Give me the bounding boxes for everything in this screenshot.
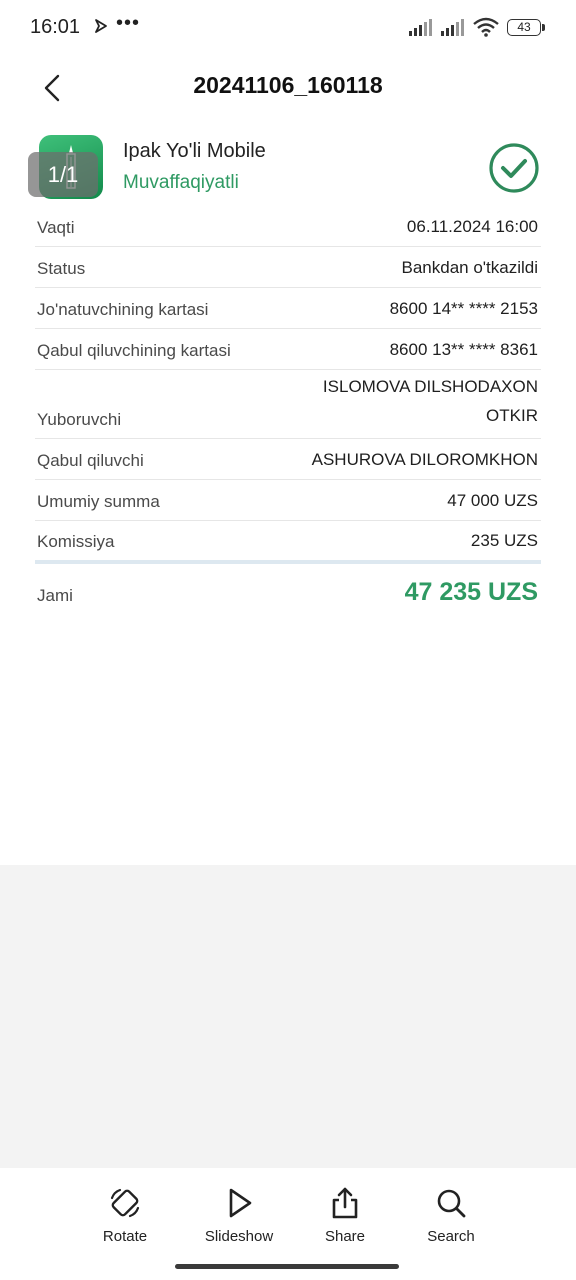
detail-value: ASHUROVA DILOROMKHON xyxy=(311,450,538,469)
detail-label: Status xyxy=(37,259,86,278)
detail-row-sender: Yuboruvchi ISLOMOVA DILSHODAXON OTKIR xyxy=(35,370,541,439)
detail-label: Komissiya xyxy=(37,532,115,551)
detail-value: 235 UZS xyxy=(470,531,538,550)
detail-value: 47 000 UZS xyxy=(447,491,538,510)
status-time: 16:01 xyxy=(30,16,81,38)
status-bar: 16:01 ••• 43 xyxy=(0,0,576,56)
detail-value: 06.11.2024 16:00 xyxy=(406,217,538,236)
transaction-status: Muvaffaqiyatli xyxy=(123,172,239,193)
signal-icon xyxy=(409,19,432,36)
detail-label: Jo'natuvchining kartasi xyxy=(37,300,209,319)
page-title: 20241106_160118 xyxy=(193,72,383,98)
search-icon xyxy=(437,1189,466,1218)
share-label: Share xyxy=(324,1228,366,1245)
detail-label: Qabul qiluvchining kartasi xyxy=(37,341,231,360)
detail-row-amount: Umumiy summa 47 000 UZS xyxy=(35,480,541,521)
sender-name-line2: OTKIR xyxy=(486,406,538,425)
bank-name: Ipak Yo'li Mobile xyxy=(123,140,266,162)
detail-label: Vaqti xyxy=(37,218,75,237)
total-row: Jami 47 235 UZS xyxy=(35,564,541,612)
share-button[interactable]: Share xyxy=(300,1186,390,1245)
detail-label: Qabul qiluvchi xyxy=(37,451,144,470)
signal-icon xyxy=(441,19,464,36)
detail-value: 8600 13** **** 8361 xyxy=(389,340,538,359)
rotate-button[interactable]: Rotate xyxy=(80,1186,170,1245)
more-notifications-icon: ••• xyxy=(116,12,141,34)
detail-label: Yuboruvchi xyxy=(37,410,122,429)
detail-row-sender-card: Jo'natuvchining kartasi 8600 14** **** 2… xyxy=(35,288,541,329)
transaction-details: Vaqti 06.11.2024 16:00 Status Bankdan o'… xyxy=(35,208,541,612)
battery-icon: 43 xyxy=(507,19,545,36)
slideshow-label: Slideshow xyxy=(204,1228,274,1245)
total-value: 47 235 UZS xyxy=(404,578,538,606)
detail-row-time: Vaqti 06.11.2024 16:00 xyxy=(35,208,541,247)
detail-value: Bankdan o'tkazildi xyxy=(401,258,539,277)
total-label: Jami xyxy=(37,586,73,605)
check-circle-icon xyxy=(489,143,539,193)
rotate-icon xyxy=(110,1188,140,1218)
detail-row-commission: Komissiya 235 UZS xyxy=(35,521,541,564)
slideshow-button[interactable]: Slideshow xyxy=(194,1186,284,1245)
detail-value: ISLOMOVA DILSHODAXON OTKIR xyxy=(323,372,538,430)
image-background xyxy=(0,865,576,1168)
sender-name-line1: ISLOMOVA DILSHODAXON xyxy=(322,377,538,396)
wifi-icon xyxy=(473,17,499,37)
detail-label: Umumiy summa xyxy=(37,492,160,511)
share-icon xyxy=(332,1187,358,1219)
play-icon xyxy=(229,1188,252,1218)
search-label: Search xyxy=(427,1228,475,1245)
detail-row-receiver: Qabul qiluvchi ASHUROVA DILOROMKHON xyxy=(35,439,541,480)
home-indicator[interactable] xyxy=(175,1264,399,1269)
detail-row-receiver-card: Qabul qiluvchining kartasi 8600 13** ***… xyxy=(35,329,541,370)
detail-row-status: Status Bankdan o'tkazildi xyxy=(35,247,541,288)
search-button[interactable]: Search xyxy=(406,1186,496,1245)
rotate-label: Rotate xyxy=(102,1228,148,1245)
detail-value: 8600 14** **** 2153 xyxy=(389,299,538,318)
navigation-icon xyxy=(95,19,107,33)
page-counter: 1/1 xyxy=(28,152,98,197)
